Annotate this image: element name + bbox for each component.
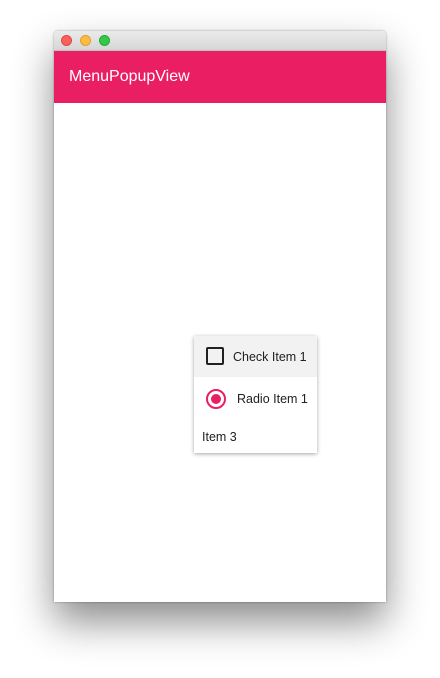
menu-item-label: Check Item 1 [233,350,307,364]
main-content: Check Item 1 Radio Item 1 Item 3 [54,103,386,602]
radio-selected-dot [211,394,221,404]
radio-icon[interactable] [206,389,226,409]
window-titlebar[interactable] [54,31,386,51]
menu-item-label: Item 3 [202,430,237,444]
app-bar: MenuPopupView [54,51,386,103]
menu-item-radio-item-1[interactable]: Radio Item 1 [194,377,317,420]
maximize-window-button[interactable] [99,35,110,46]
menu-item-item-3[interactable]: Item 3 [194,420,317,453]
app-bar-title: MenuPopupView [69,68,190,85]
menu-item-check-item-1[interactable]: Check Item 1 [194,336,317,377]
close-window-button[interactable] [61,35,72,46]
popup-menu: Check Item 1 Radio Item 1 Item 3 [194,336,317,453]
menu-item-label: Radio Item 1 [237,392,308,406]
minimize-window-button[interactable] [80,35,91,46]
checkbox-icon[interactable] [206,347,224,365]
app-window: MenuPopupView Check Item 1 Radio Item 1 … [54,31,386,602]
